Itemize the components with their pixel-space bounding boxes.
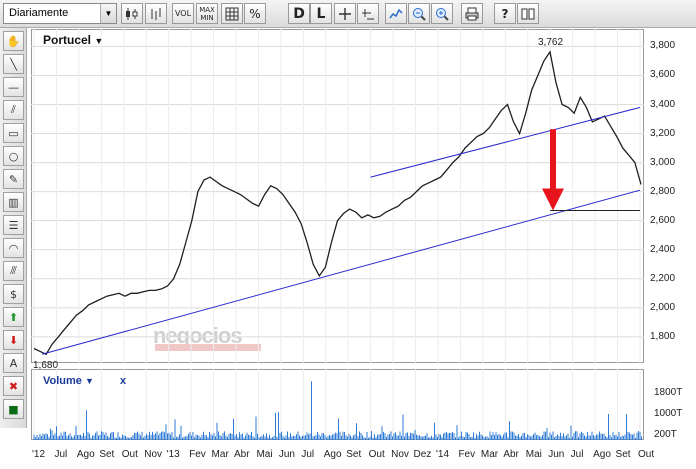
- x-tick-label: Ago: [76, 449, 95, 460]
- x-tick-label: Out: [638, 449, 655, 460]
- y-tick-label: 3,000: [650, 156, 676, 168]
- x-tick-label: Set: [615, 449, 631, 460]
- y-tick-label: 3,200: [650, 127, 676, 139]
- x-tick-label: '13: [166, 449, 180, 460]
- y-tick-label: 1,800: [650, 330, 676, 342]
- x-tick-label: Jun: [548, 449, 565, 460]
- volume-y-tick-label: 1800T: [654, 387, 683, 399]
- volume-close-button[interactable]: x: [120, 375, 126, 387]
- x-tick-label: Out: [368, 449, 385, 460]
- x-tick-label: Abr: [503, 449, 519, 460]
- y-tick-label: 2,600: [650, 214, 676, 226]
- chevron-down-icon: ▼: [94, 36, 104, 46]
- sell-arrow-head: [542, 188, 564, 211]
- x-tick-label: '12: [32, 449, 46, 460]
- x-tick-label: Jul: [301, 449, 315, 460]
- x-tick-label: Mar: [480, 449, 499, 460]
- price-annotation: 3,762: [538, 36, 564, 48]
- y-tick-label: 3,400: [650, 98, 676, 110]
- x-tick-label: Fev: [189, 449, 206, 460]
- y-tick-label: 2,400: [650, 243, 676, 255]
- x-tick-label: Jul: [570, 449, 584, 460]
- x-tick-label: Nov: [144, 449, 163, 460]
- y-tick-label: 2,000: [650, 301, 676, 313]
- volume-title-text: Volume: [43, 375, 82, 387]
- x-tick-label: Out: [121, 449, 138, 460]
- x-tick-label: Jun: [278, 449, 295, 460]
- chart-title[interactable]: Portucel ▼: [43, 33, 103, 47]
- volume-y-tick-label: 200T: [654, 428, 677, 440]
- x-tick-label: Dez: [413, 449, 432, 460]
- price-chart: [31, 29, 644, 440]
- price-annotation: 1,680: [33, 360, 59, 372]
- y-tick-label: 2,800: [650, 185, 676, 197]
- x-tick-label: Mai: [256, 449, 273, 460]
- x-tick-label: Mar: [211, 449, 229, 460]
- volume-title[interactable]: Volume ▼: [43, 375, 94, 387]
- chevron-down-icon: ▼: [84, 376, 94, 386]
- x-tick-label: Ago: [593, 449, 611, 460]
- x-tick-label: '14: [436, 449, 450, 460]
- x-tick-label: Fev: [458, 449, 476, 460]
- y-tick-label: 3,800: [650, 40, 676, 52]
- x-tick-label: Set: [99, 449, 115, 460]
- x-tick-label: Mai: [525, 449, 542, 460]
- y-tick-label: 2,200: [650, 272, 676, 284]
- x-tick-label: Abr: [234, 449, 250, 460]
- y-tick-label: 3,600: [650, 69, 676, 81]
- x-tick-label: Nov: [391, 449, 409, 460]
- sell-arrow-shaft: [550, 129, 556, 189]
- chart-title-text: Portucel: [43, 33, 92, 47]
- x-tick-label: Jul: [54, 449, 68, 460]
- x-tick-label: Set: [346, 449, 362, 460]
- volume-y-tick-label: 1000T: [654, 407, 683, 419]
- x-tick-label: Ago: [323, 449, 342, 460]
